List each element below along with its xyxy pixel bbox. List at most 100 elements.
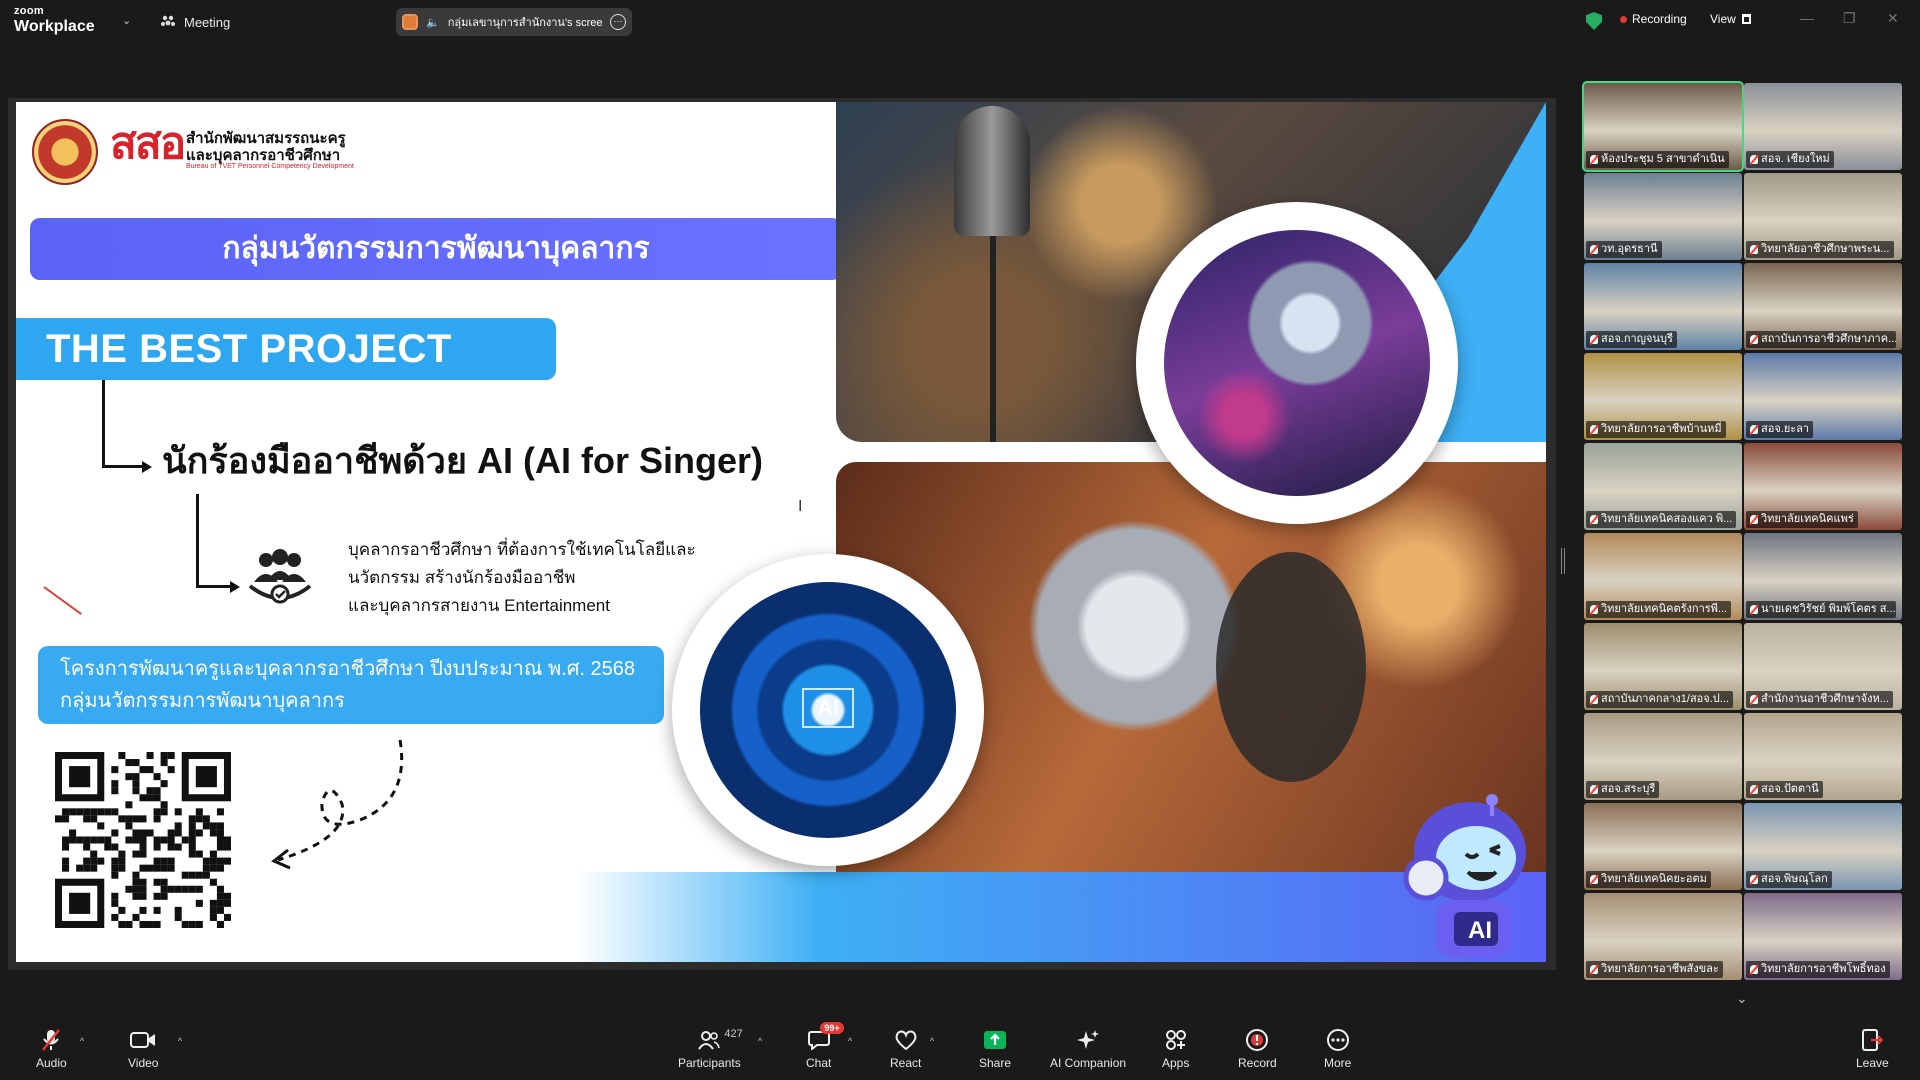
leave-button[interactable]: Leave	[1856, 1028, 1889, 1070]
microphone-muted-icon	[1590, 965, 1598, 974]
participant-name: วิทยาลัยอาชีวศึกษาพระน...	[1746, 241, 1894, 258]
microphone-muted-icon	[1750, 785, 1758, 794]
microphone-shape	[954, 106, 1030, 236]
view-button[interactable]: View	[1710, 12, 1751, 26]
participant-name: สอจ.ปัตตานี	[1746, 781, 1823, 798]
participant-tile[interactable]: วิทยาลัยเทคนิคยะอตม	[1584, 803, 1742, 890]
org-name-english: Bureau of TVET Personnel Competency Deve…	[186, 163, 354, 170]
org-name: สำนักพัฒนาสมรรถนะครู และบุคลากรอาชีวศึกษ…	[186, 130, 346, 164]
participant-name: สถาบันภาคกลาง1/สอจ.ป...	[1586, 691, 1733, 708]
participant-tile[interactable]: สอจ.ปัตตานี	[1744, 713, 1902, 800]
microphone-muted-icon	[1750, 605, 1758, 614]
microphone-muted-icon	[1590, 155, 1598, 164]
participants-options-caret-icon[interactable]: ^	[758, 1036, 762, 1046]
chat-button[interactable]: 99+ Chat	[806, 1022, 844, 1070]
participants-icon: 427	[698, 1028, 743, 1052]
participant-name: วิทยาลัยเทคนิคยะอตม	[1586, 871, 1711, 888]
participant-tile[interactable]: สถาบันภาคกลาง1/สอจ.ป...	[1584, 623, 1742, 710]
participant-name: วิทยาลัยเทคนิคแพร่	[1746, 511, 1858, 528]
participant-name: วิทยาลัยเทคนิคสองแคว พิ...	[1586, 511, 1736, 528]
gallery-scroll-down-icon[interactable]: ⌄	[1736, 990, 1748, 1007]
microphone-muted-icon	[1590, 515, 1598, 524]
apps-button[interactable]: Apps	[1162, 1028, 1189, 1070]
microphone-muted-icon	[1750, 335, 1758, 344]
more-button[interactable]: More	[1324, 1028, 1351, 1070]
participant-tile[interactable]: สอจ.สระบุรี	[1584, 713, 1742, 800]
participant-tile[interactable]: สอจ. เชียงใหม่	[1744, 83, 1902, 170]
ai-companion-label: AI Companion	[1050, 1056, 1127, 1070]
robot-singer-circle-photo	[1136, 202, 1458, 524]
meeting-info-button[interactable]: Meeting	[160, 10, 230, 34]
sparkle-icon	[1076, 1028, 1100, 1052]
participant-name: วิทยาลัยการอาชีพโพธิ์ทอง	[1746, 961, 1890, 978]
participant-tile[interactable]: ห้องประชุม 5 สาขาดำเนิน	[1582, 81, 1744, 172]
org-name-line-2: และบุคลากรอาชีวศึกษา	[186, 147, 341, 164]
participant-tile[interactable]: วิทยาลัยการอาชีพบ้านหมี่	[1584, 353, 1742, 440]
participant-tile[interactable]: วิทยาลัยเทคนิคตรังการพี...	[1584, 533, 1742, 620]
sharer-avatar	[402, 14, 418, 30]
recording-dot-icon	[1620, 15, 1627, 23]
screen-share-indicator[interactable]: 🔈 กลุ่มเลขานุการสำนักงาน's screen ···	[396, 8, 632, 36]
target-audience: บุคลากรอาชีวศึกษา ที่ต้องการใช้เทคโนโลยี…	[348, 536, 696, 620]
heart-icon	[894, 1028, 918, 1052]
audio-options-caret-icon[interactable]: ^	[80, 1036, 84, 1046]
video-options-caret-icon[interactable]: ^	[178, 1036, 182, 1046]
participant-tile[interactable]: สอจ.กาญจนบุรี	[1584, 263, 1742, 350]
panel-resize-handle[interactable]	[1561, 548, 1565, 574]
microphone-muted-icon	[1590, 875, 1598, 884]
share-label: Share	[979, 1056, 1012, 1070]
participant-name: สถาบันการอาชีวศึกษาภาค...	[1746, 331, 1896, 348]
minimize-icon[interactable]: —	[1800, 10, 1814, 26]
record-button[interactable]: Record	[1238, 1028, 1277, 1070]
participant-tile[interactable]: สอจ.ยะลา	[1744, 353, 1902, 440]
target-line: นวัตกรรม สร้างนักร้องมืออาชีพ	[348, 568, 576, 587]
participant-tile[interactable]: วิทยาลัยการอาชีพโพธิ์ทอง	[1744, 893, 1902, 980]
chat-options-caret-icon[interactable]: ^	[848, 1036, 852, 1046]
react-options-caret-icon[interactable]: ^	[930, 1036, 934, 1046]
annotation-stroke	[43, 586, 82, 615]
maximize-icon[interactable]: ❐	[1843, 10, 1856, 27]
leave-icon	[1861, 1028, 1884, 1052]
security-shield-icon[interactable]	[1586, 12, 1602, 30]
react-label: React	[890, 1056, 922, 1070]
participant-name: สอจ.กาญจนบุรี	[1586, 331, 1677, 348]
zoom-brand: Workplace	[14, 18, 95, 35]
video-button[interactable]: Video	[128, 1028, 158, 1070]
chevron-down-icon[interactable]: ⌄	[122, 14, 131, 27]
participant-tile[interactable]: นายเดชวิรัชย์ พิมพ์โคตร ส...	[1744, 533, 1902, 620]
speaker-icon[interactable]: 🔈	[426, 16, 440, 29]
microphone-muted-icon	[1590, 695, 1598, 704]
program-line: กลุ่มนวัตกรรมการพัฒนาบุคลากร	[60, 690, 345, 712]
group-title-banner: กลุ่มนวัตกรรมการพัฒนาบุคลากร	[30, 218, 842, 280]
participant-name: วิทยาลัยเทคนิคตรังการพี...	[1586, 601, 1732, 618]
participant-tile[interactable]: วิทยาลัยการอาชีพสังขละ	[1584, 893, 1742, 980]
top-bar: zoom Workplace ⌄ Meeting 🔈 กลุ่มเลขานุกา…	[0, 0, 1920, 44]
participants-label: Participants	[678, 1056, 741, 1070]
microphone-muted-icon	[1750, 425, 1758, 434]
record-label: Record	[1238, 1056, 1277, 1070]
recording-indicator[interactable]: Recording	[1620, 12, 1687, 26]
participant-tile[interactable]: สำนักงานอาชีวศึกษาจังห...	[1744, 623, 1902, 710]
more-options-icon[interactable]: ···	[610, 14, 626, 30]
react-button[interactable]: React	[890, 1028, 921, 1070]
audio-button[interactable]: Audio	[36, 1028, 67, 1070]
mascot-label: AI	[1468, 917, 1492, 944]
participant-tile[interactable]: วิทยาลัยอาชีวศึกษาพระน...	[1744, 173, 1902, 260]
participant-tile[interactable]: สอจ.พิษณุโลก	[1744, 803, 1902, 890]
participant-name: นายเดชวิรัชย์ พิมพ์โคตร ส...	[1746, 601, 1896, 618]
participant-tile[interactable]: วท.อุดรธานี	[1584, 173, 1742, 260]
leave-label: Leave	[1856, 1056, 1889, 1070]
participant-name: สำนักงานอาชีวศึกษาจังห...	[1746, 691, 1893, 708]
participant-tile[interactable]: วิทยาลัยเทคนิคสองแคว พิ...	[1584, 443, 1742, 530]
ai-companion-button[interactable]: AI Companion	[1050, 1028, 1126, 1070]
participant-tile[interactable]: วิทยาลัยเทคนิคแพร่	[1744, 443, 1902, 530]
microphone-muted-icon	[1750, 965, 1758, 974]
share-screen-button[interactable]: Share	[979, 1028, 1011, 1070]
chat-label: Chat	[806, 1056, 832, 1070]
meeting-info-icon	[161, 15, 175, 26]
participants-button[interactable]: 427 Participants	[678, 1028, 743, 1070]
close-icon[interactable]: ✕	[1887, 10, 1899, 27]
participant-tile[interactable]: สถาบันการอาชีวศึกษาภาค...	[1744, 263, 1902, 350]
arrow-connector	[196, 494, 240, 593]
zoom-logo[interactable]: zoom Workplace	[14, 6, 95, 35]
